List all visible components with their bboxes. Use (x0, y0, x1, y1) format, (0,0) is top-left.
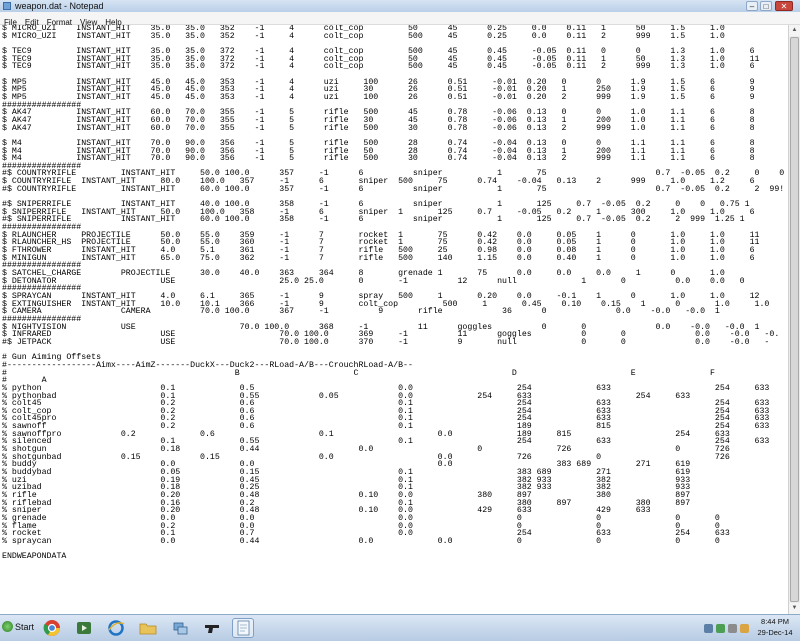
start-button[interactable]: Start (2, 619, 36, 637)
taskbar: Start 8:44 PM 29-Dec-14 (0, 614, 800, 641)
gun-app-icon[interactable] (202, 618, 224, 638)
tray-flag-icon[interactable] (740, 624, 749, 633)
tray-network-icon[interactable] (716, 624, 725, 633)
network-icon[interactable] (170, 618, 192, 638)
notepad-icon[interactable] (232, 618, 254, 638)
tray-volume-icon[interactable] (728, 624, 737, 633)
ie-icon[interactable] (106, 618, 128, 638)
clock-time: 8:44 PM (761, 617, 789, 626)
windows-orb-icon (2, 621, 13, 632)
minimize-button[interactable]: – (746, 1, 758, 11)
tray-arrow-icon[interactable] (704, 624, 713, 633)
media-icon[interactable] (74, 618, 96, 638)
system-clock[interactable]: 8:44 PM 29-Dec-14 (752, 616, 798, 638)
clock-date: 29-Dec-14 (757, 628, 793, 637)
text-editor[interactable]: $ MICRO_UZI INSTANT_HIT 35.0 35.0 352 -1… (0, 25, 788, 614)
close-button[interactable]: ✕ (775, 1, 793, 11)
notepad-app-icon (3, 2, 11, 10)
chrome-icon[interactable] (42, 618, 64, 638)
document-text[interactable]: $ MICRO_UZI INSTANT_HIT 35.0 35.0 352 -1… (0, 25, 788, 561)
folder-icon[interactable] (138, 618, 160, 638)
start-label: Start (15, 622, 35, 632)
maximize-button[interactable]: □ (760, 1, 772, 11)
vertical-scrollbar[interactable]: ▲ ▼ (788, 25, 800, 614)
scrollbar-thumb[interactable] (790, 37, 799, 602)
menu-bar: File Edit Format View Help (0, 12, 800, 27)
scroll-down-arrow-icon[interactable]: ▼ (789, 603, 800, 614)
scroll-up-arrow-icon[interactable]: ▲ (789, 25, 800, 36)
window-title: weapon.dat - Notepad (15, 1, 104, 11)
